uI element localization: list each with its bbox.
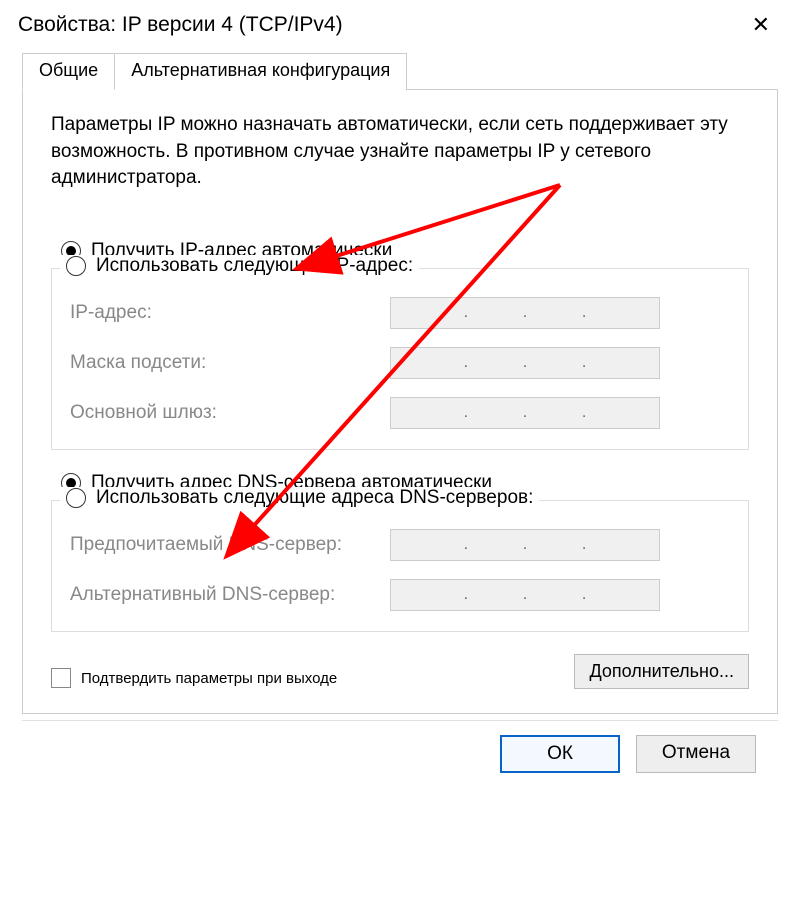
input-ip-address[interactable]: ... xyxy=(390,297,660,329)
radio-ip-manual[interactable]: Использовать следующий IP-адрес: xyxy=(60,255,419,277)
radio-ip-manual-label: Использовать следующий IP-адрес: xyxy=(96,255,413,277)
tab-panel-general: Параметры IP можно назначать автоматичес… xyxy=(22,89,778,714)
radio-icon xyxy=(66,488,86,508)
advanced-button[interactable]: Дополнительно... xyxy=(574,654,749,689)
tab-general[interactable]: Общие xyxy=(22,53,115,90)
radio-dns-manual[interactable]: Использовать следующие адреса DNS-сервер… xyxy=(60,487,539,509)
label-gateway: Основной шлюз: xyxy=(70,402,390,424)
input-dns-alternate[interactable]: ... xyxy=(390,579,660,611)
bottom-row: Подтвердить параметры при выходе Дополни… xyxy=(51,654,749,689)
close-button[interactable]: ✕ xyxy=(742,10,780,40)
field-ip-address: IP-адрес: ... xyxy=(70,297,730,329)
title-bar: Свойства: IP версии 4 (TCP/IPv4) ✕ xyxy=(0,0,796,52)
checkbox-validate[interactable]: Подтвердить параметры при выходе xyxy=(51,668,337,688)
label-dns-alternate: Альтернативный DNS-сервер: xyxy=(70,584,390,606)
input-gateway[interactable]: ... xyxy=(390,397,660,429)
fieldset-dns-manual: Использовать следующие адреса DNS-сервер… xyxy=(51,500,749,632)
field-dns-alternate: Альтернативный DNS-сервер: ... xyxy=(70,579,730,611)
button-bar: ОК Отмена xyxy=(22,720,778,783)
input-dns-preferred[interactable]: ... xyxy=(390,529,660,561)
field-gateway: Основной шлюз: ... xyxy=(70,397,730,429)
ok-button[interactable]: ОК xyxy=(500,735,620,773)
field-dns-preferred: Предпочитаемый DNS-сервер: ... xyxy=(70,529,730,561)
intro-text: Параметры IP можно назначать автоматичес… xyxy=(51,112,749,192)
field-subnet-mask: Маска подсети: ... xyxy=(70,347,730,379)
input-subnet-mask[interactable]: ... xyxy=(390,347,660,379)
close-icon: ✕ xyxy=(752,12,770,37)
label-dns-preferred: Предпочитаемый DNS-сервер: xyxy=(70,534,390,556)
label-subnet-mask: Маска подсети: xyxy=(70,352,390,374)
radio-icon xyxy=(66,256,86,276)
window-title: Свойства: IP версии 4 (TCP/IPv4) xyxy=(18,13,343,37)
checkbox-validate-label: Подтвердить параметры при выходе xyxy=(81,670,337,687)
radio-dns-manual-label: Использовать следующие адреса DNS-сервер… xyxy=(96,487,533,509)
label-ip-address: IP-адрес: xyxy=(70,302,390,324)
tab-alternate-config[interactable]: Альтернативная конфигурация xyxy=(114,53,407,90)
tab-strip: Общие Альтернативная конфигурация xyxy=(22,53,778,90)
checkbox-icon xyxy=(51,668,71,688)
cancel-button[interactable]: Отмена xyxy=(636,735,756,773)
fieldset-ip-manual: Использовать следующий IP-адрес: IP-адре… xyxy=(51,268,749,450)
dialog-body: Общие Альтернативная конфигурация Параме… xyxy=(0,52,796,791)
